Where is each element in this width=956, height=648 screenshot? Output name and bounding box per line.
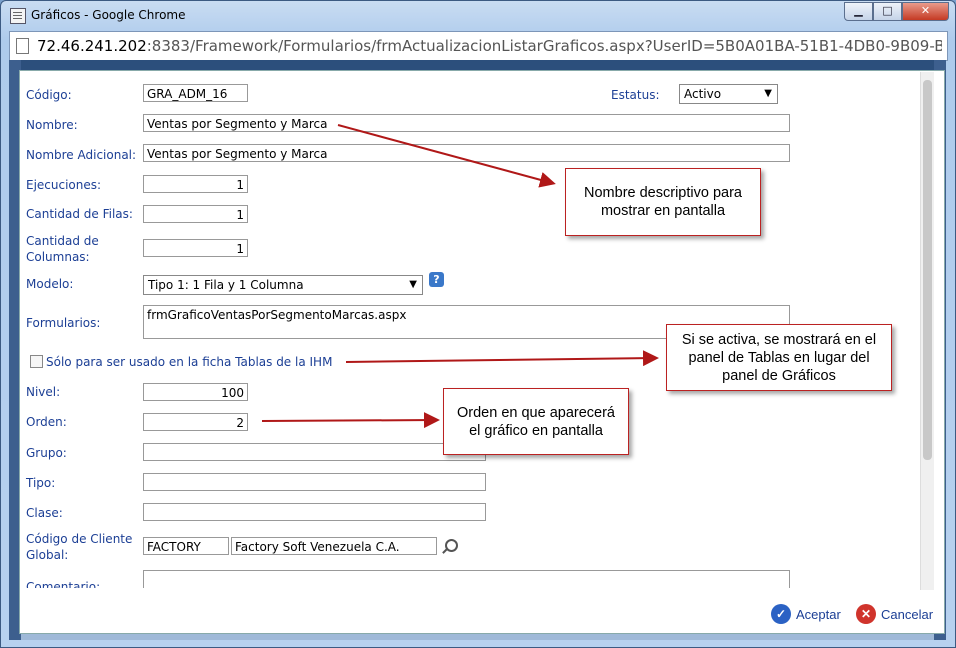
orden-callout: Orden en que aparecerá el gráfico en pan… — [443, 388, 629, 455]
orden-callout-line1: Orden en que aparecerá — [457, 404, 615, 421]
tablas-callout: Si se activa, se mostrará en el panel de… — [666, 324, 892, 391]
tablas-callout-line1: Si se activa, se mostrará en el — [681, 331, 877, 348]
orden-arrow — [261, 412, 440, 429]
nombre-callout-line2: mostrar en pantalla — [600, 203, 726, 219]
orden-callout-line2: el gráfico en pantalla — [469, 422, 603, 439]
tablas-callout-line3: panel de Gráficos — [722, 367, 836, 384]
nombre-callout: Nombre descriptivo para mostrar en panta… — [565, 168, 761, 236]
nombre-arrow — [337, 124, 556, 188]
tablas-arrow — [345, 350, 659, 367]
nombre-callout-line1: Nombre descriptivo para — [584, 185, 742, 201]
tablas-callout-line2: panel de Tablas en lugar del — [688, 349, 870, 366]
